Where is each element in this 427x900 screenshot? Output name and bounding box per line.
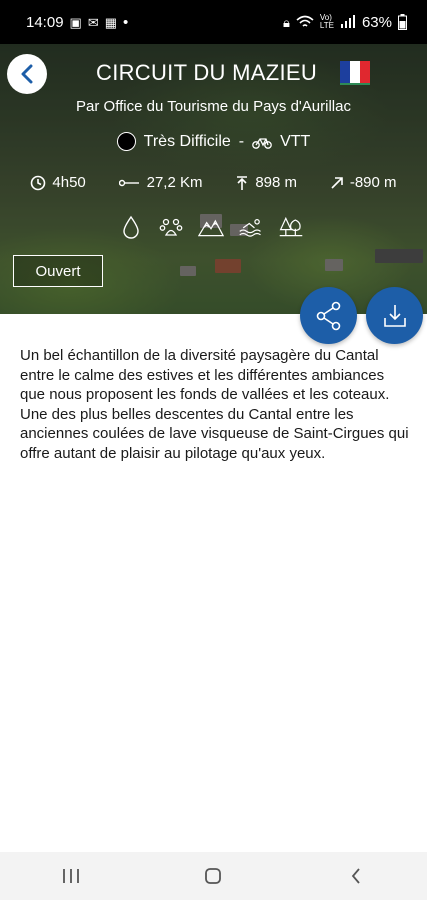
home-button[interactable]	[183, 856, 243, 896]
elevation-loss-stat: -890 m	[330, 174, 397, 191]
elevation-gain-stat: 898 m	[235, 174, 297, 191]
calendar-icon: ▦	[104, 14, 118, 30]
elevation-loss-value: -890 m	[349, 174, 397, 191]
notification-dot: •	[123, 13, 129, 31]
flag-stripe	[360, 61, 370, 83]
download-button[interactable]	[366, 287, 423, 344]
recent-apps-button[interactable]	[41, 856, 101, 896]
status-open-button[interactable]: Ouvert	[13, 255, 103, 287]
home-icon	[205, 868, 222, 884]
amenities-row	[118, 214, 304, 240]
page-title: CIRCUIT DU MAZIEU	[96, 60, 318, 85]
wifi-icon	[296, 15, 314, 27]
forest-icon	[279, 216, 303, 237]
duration-stat: 4h50	[30, 174, 86, 191]
back-button[interactable]	[7, 54, 47, 94]
mountain-icon	[198, 219, 224, 237]
elevation-up-icon	[237, 175, 248, 190]
distance-value: 27,2 Km	[146, 174, 203, 191]
clock-icon	[31, 175, 46, 190]
animal-icon	[159, 218, 183, 236]
download-icon	[383, 304, 406, 327]
status-bar: 14:09 ▣ ✉ ▦ • 🔒︎ Vo) LTE 63%	[0, 0, 427, 44]
bike-icon	[252, 137, 272, 149]
battery-level: 63%	[361, 13, 392, 31]
clock: 14:09	[26, 13, 64, 31]
activity-label: VTT	[280, 132, 311, 150]
system-nav-bar	[0, 852, 427, 900]
chevron-left-icon	[21, 64, 33, 84]
elevation-gain-value: 898 m	[255, 174, 298, 191]
flag-stripe	[350, 61, 360, 83]
system-back-button[interactable]	[326, 856, 386, 896]
swimming-icon	[239, 219, 261, 237]
difficulty-indicator-icon	[116, 132, 136, 151]
share-button[interactable]	[300, 287, 357, 344]
lock-icon: 🔒︎	[282, 14, 290, 30]
language-flag-button[interactable]	[340, 61, 370, 85]
battery-icon	[398, 14, 407, 30]
stats-row: 4h50 27,2 Km 898 m -890 m	[0, 174, 427, 191]
water-icon	[123, 215, 139, 239]
difficulty-label: Très Difficile	[143, 132, 231, 150]
distance-stat: 27,2 Km	[118, 174, 203, 191]
share-icon	[316, 301, 340, 330]
recent-apps-icon	[63, 869, 80, 883]
separator: -	[238, 132, 245, 150]
signal-icon	[340, 15, 355, 28]
elevation-arrow-icon	[331, 176, 343, 189]
difficulty-row: Très Difficile - VTT	[0, 132, 427, 151]
volte-icon: Vo) LTE	[319, 13, 334, 30]
trail-description: Un bel échantillon de la diversité paysa…	[20, 347, 409, 462]
mail-icon: ✉	[87, 14, 99, 30]
author-subtitle: Par Office du Tourisme du Pays d'Aurilla…	[76, 98, 351, 115]
back-arrow-icon	[351, 868, 360, 884]
flag-stripe	[340, 61, 350, 83]
duration-value: 4h50	[52, 174, 86, 191]
gallery-icon: ▣	[69, 14, 82, 30]
distance-icon	[118, 179, 139, 186]
